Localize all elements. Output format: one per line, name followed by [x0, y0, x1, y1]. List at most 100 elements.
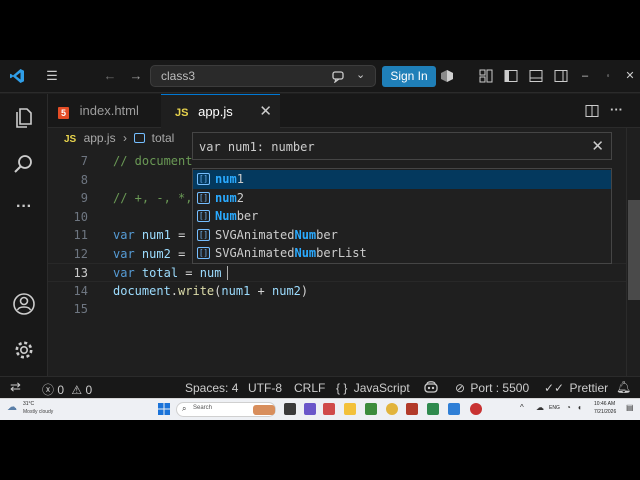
- line-text: // document: [113, 154, 193, 168]
- text-cursor: [227, 266, 228, 280]
- more-actions-icon[interactable]: ···: [610, 102, 623, 117]
- copilot-icon[interactable]: [424, 380, 438, 394]
- weather-icon: ☁: [7, 402, 17, 413]
- close-tab-icon[interactable]: ✕: [259, 95, 272, 129]
- prettier-label: Prettier: [569, 381, 609, 395]
- no-entry-icon: ⊘: [455, 381, 466, 395]
- notification-center-icon[interactable]: ▤: [626, 403, 634, 412]
- close-window-icon[interactable]: ✕: [623, 69, 637, 83]
- sign-in-button[interactable]: Sign In: [382, 66, 436, 87]
- line-text: var num1 =: [113, 228, 186, 242]
- tab-label: app.js: [198, 104, 233, 119]
- clock-date[interactable]: 7/21/2026: [594, 409, 616, 415]
- weather-temp[interactable]: 31°C: [23, 401, 34, 407]
- minimize-icon[interactable]: –: [578, 69, 592, 83]
- breadcrumb-symbol[interactable]: total: [152, 131, 175, 145]
- toggle-primary-sidebar-icon[interactable]: [504, 69, 518, 83]
- variable-symbol-icon: [ ]: [197, 228, 210, 241]
- restore-icon[interactable]: ◦: [601, 69, 615, 83]
- tab-index-html[interactable]: 5 index.html: [48, 94, 160, 128]
- app-icon[interactable]: [470, 403, 482, 415]
- live-server-port[interactable]: ⊘ Port : 5500: [455, 381, 529, 395]
- task-view-icon[interactable]: [284, 403, 296, 415]
- encoding-status[interactable]: UTF-8: [248, 381, 282, 395]
- search-icon[interactable]: [12, 152, 36, 176]
- language-mode[interactable]: { } JavaScript: [336, 381, 410, 395]
- code-line: 14 document.write(num1 + num2): [48, 282, 626, 301]
- remote-indicator-icon[interactable]: ⇄: [10, 379, 21, 395]
- tray-icon[interactable]: ☁: [536, 403, 544, 412]
- line-text: var num2 =: [113, 246, 186, 261]
- menu-icon[interactable]: ☰: [44, 69, 60, 83]
- app-icon[interactable]: [365, 403, 377, 415]
- taskbar-search[interactable]: ⌕ Search: [176, 402, 276, 417]
- line-number: 8: [80, 172, 88, 187]
- eol-status[interactable]: CRLF: [294, 381, 325, 395]
- suggestion-item[interactable]: [ ] num2: [193, 189, 611, 208]
- clock-time[interactable]: 10:46 AM: [594, 401, 615, 407]
- account-icon[interactable]: [440, 69, 454, 83]
- notifications-bell-icon[interactable]: 🔔︎: [616, 380, 631, 394]
- activity-bar: ···: [0, 94, 48, 376]
- vscode-taskbar-icon[interactable]: [448, 403, 460, 415]
- language-indicator[interactable]: ENG: [549, 405, 560, 411]
- line-number: 12: [73, 246, 88, 261]
- line-text: var total = num: [113, 266, 222, 280]
- app-icon[interactable]: [427, 403, 439, 415]
- settings-gear-icon[interactable]: [12, 338, 36, 362]
- variable-symbol-icon: [ ]: [197, 173, 210, 185]
- close-hover-icon[interactable]: ✕: [591, 137, 604, 155]
- command-center-text: class3: [161, 69, 196, 83]
- suggestion-label: SVGAnimatedNumber: [215, 227, 338, 242]
- suggestion-item[interactable]: [ ] num1: [193, 170, 611, 189]
- chrome-icon[interactable]: [386, 403, 398, 415]
- wifi-icon[interactable]: ◔: [566, 403, 571, 412]
- toggle-panel-icon[interactable]: [529, 69, 543, 83]
- taskbar-search-icon: ⌕: [182, 404, 187, 413]
- vscode-logo-icon: [10, 69, 24, 83]
- suggestion-item[interactable]: [ ] SVGAnimatedNumber: [193, 226, 611, 245]
- app-icon[interactable]: [323, 403, 335, 415]
- javascript-file-icon: JS: [175, 107, 189, 119]
- problems-indicator[interactable]: ⓧ 0 ⚠ 0: [42, 381, 92, 398]
- back-arrow-icon[interactable]: ←: [102, 69, 118, 83]
- app-icon[interactable]: [304, 403, 316, 415]
- file-explorer-icon[interactable]: [344, 403, 356, 415]
- command-center-search[interactable]: class3 ⌄: [150, 65, 376, 87]
- braces-icon: { }: [336, 381, 348, 395]
- tab-app-js[interactable]: JS app.js ✕: [161, 94, 280, 128]
- volume-icon[interactable]: ◖: [577, 403, 582, 412]
- customize-layout-icon[interactable]: [479, 69, 493, 83]
- line-number: 15: [73, 302, 88, 316]
- forward-arrow-icon[interactable]: →: [128, 69, 144, 83]
- editor-scrollbar[interactable]: [626, 128, 640, 376]
- prettier-status[interactable]: ✓✓ Prettier: [544, 381, 608, 395]
- title-bar: ☰ ← → class3 ⌄ Sign In – ◦ ✕: [0, 60, 640, 93]
- accounts-icon[interactable]: [12, 292, 36, 316]
- copilot-chat-icon[interactable]: [331, 69, 345, 83]
- explorer-files-icon[interactable]: [12, 106, 36, 130]
- indentation-status[interactable]: Spaces: 4: [185, 381, 238, 395]
- variable-symbol-icon: [ ]: [197, 210, 210, 222]
- line-text: // +, -, *,: [113, 191, 193, 205]
- line-number: 10: [73, 209, 88, 224]
- suggestion-label: num1: [215, 172, 244, 186]
- windows-start-icon[interactable]: [158, 403, 170, 415]
- scrollbar-thumb[interactable]: [628, 200, 640, 300]
- suggestion-item[interactable]: [ ] SVGAnimatedNumberList: [193, 244, 611, 263]
- language-label: JavaScript: [353, 381, 410, 395]
- warning-count: 0: [85, 383, 93, 397]
- chevron-down-icon[interactable]: ⌄: [356, 68, 365, 81]
- split-editor-icon[interactable]: [585, 104, 599, 118]
- app-icon[interactable]: [406, 403, 418, 415]
- breadcrumb-js-icon: JS: [64, 134, 77, 145]
- tray-chevron-icon[interactable]: ^: [520, 403, 524, 412]
- suggestion-item[interactable]: [ ] Number: [193, 207, 611, 226]
- weather-desc: Mostly cloudy: [23, 409, 54, 415]
- line-number: 7: [80, 154, 88, 168]
- variable-symbol-icon: [ ]: [197, 247, 210, 259]
- more-views-icon[interactable]: ···: [12, 198, 36, 222]
- toggle-secondary-sidebar-icon[interactable]: [554, 69, 568, 83]
- breadcrumb-file[interactable]: app.js: [84, 131, 116, 145]
- variable-symbol-icon: [ ]: [197, 191, 210, 204]
